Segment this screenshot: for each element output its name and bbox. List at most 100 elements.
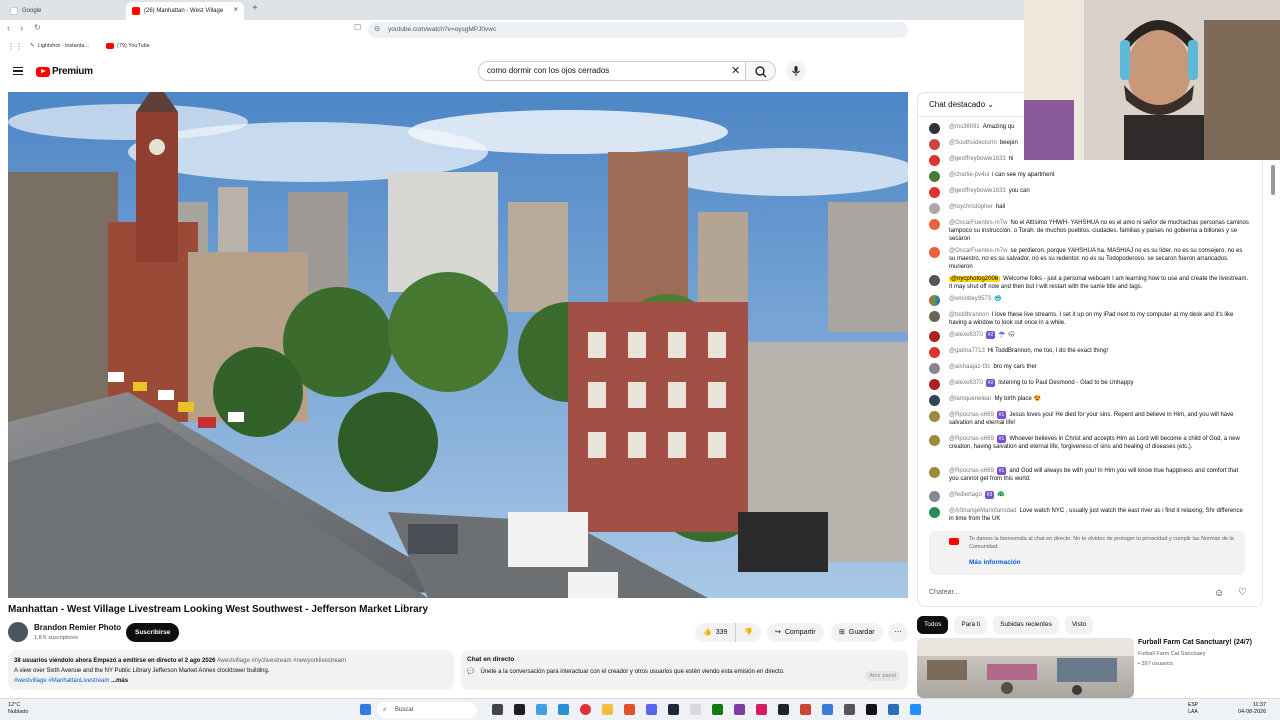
channel-name[interactable]: Brandon Remier Photo bbox=[34, 623, 121, 632]
video-player[interactable] bbox=[8, 92, 908, 598]
close-tab-icon[interactable]: × bbox=[233, 5, 238, 14]
file-explorer-icon[interactable] bbox=[602, 704, 613, 715]
edge-icon[interactable] bbox=[558, 704, 569, 715]
tab-label: (26) Manhattan - West Village bbox=[144, 8, 224, 14]
tab-youtube[interactable]: (26) Manhattan - West Village × bbox=[126, 2, 244, 20]
more-info-link[interactable]: Más información bbox=[969, 559, 1239, 567]
url-text: youtube.com/watch?v=oysgMPJ0vwc bbox=[388, 26, 497, 33]
avatar bbox=[929, 203, 940, 214]
description-stats: 38 usuarios viéndolo ahora Empezó a emit… bbox=[14, 658, 216, 664]
search-query: como dormir con los ojos cerrados bbox=[487, 66, 610, 75]
bookmark-lightshot[interactable]: ✎ Lightshot - Instanta... bbox=[30, 43, 89, 49]
chat-scrollbar[interactable] bbox=[1271, 165, 1275, 195]
avatar bbox=[929, 295, 940, 306]
search-button[interactable] bbox=[746, 61, 776, 81]
search-icon bbox=[755, 66, 767, 78]
app-icon[interactable] bbox=[866, 704, 877, 715]
app-icon[interactable] bbox=[888, 704, 899, 715]
save-icon: ⊞ bbox=[839, 629, 845, 636]
xbox-icon[interactable] bbox=[712, 704, 723, 715]
taskbar-search[interactable]: ⌕ Buscar bbox=[377, 702, 477, 718]
app-icon[interactable] bbox=[822, 704, 833, 715]
back-icon[interactable]: ‹ bbox=[7, 23, 10, 34]
app-icon[interactable] bbox=[734, 704, 745, 715]
new-tab-button[interactable]: + bbox=[252, 3, 258, 14]
tab-for-you[interactable]: Para ti bbox=[954, 616, 988, 634]
bookmark-youtube[interactable]: (79) YouTube bbox=[106, 43, 150, 49]
share-button[interactable]: ↪ Compartir bbox=[767, 623, 824, 642]
member-badge: #3 bbox=[984, 491, 995, 499]
avatar bbox=[929, 507, 940, 518]
language-indicator[interactable]: ESP LAA bbox=[1188, 702, 1198, 716]
chat-message: @alexe8370 #2 ☔ 🌧 bbox=[929, 331, 1249, 342]
weather-desc: Nublado bbox=[8, 709, 29, 715]
system-clock[interactable]: 11:37 04-08-2026 bbox=[1238, 702, 1266, 716]
chat-input[interactable]: Chatear... bbox=[929, 583, 1209, 603]
url-field[interactable]: ⚙ youtube.com/watch?v=oysgMPJ0vwc bbox=[368, 22, 908, 38]
bookmark-label: Lightshot - Instanta... bbox=[37, 43, 89, 49]
youtube-logo[interactable]: Premium bbox=[36, 66, 93, 77]
emoji-icon[interactable]: ☺ bbox=[1214, 588, 1224, 599]
show-more-link[interactable]: ...más bbox=[111, 678, 128, 684]
app-icon[interactable] bbox=[800, 704, 811, 715]
taskbar-search-label: Buscar bbox=[395, 707, 414, 713]
open-panel-button[interactable]: Abrir panel bbox=[865, 671, 900, 681]
tab-recent-uploads[interactable]: Subidas recientes bbox=[993, 616, 1059, 634]
forward-icon[interactable]: › bbox=[20, 23, 23, 34]
task-view-icon[interactable] bbox=[492, 704, 503, 715]
recommendation-title[interactable]: Furball Farm Cat Sanctuary! (24/7) bbox=[1138, 639, 1252, 646]
weather-widget[interactable]: 12°C Nublado bbox=[8, 702, 29, 716]
app-icon[interactable] bbox=[580, 704, 591, 715]
clear-search-icon[interactable]: ✕ bbox=[731, 64, 740, 77]
dislike-button[interactable]: 👎 bbox=[736, 623, 761, 642]
avatar bbox=[929, 491, 940, 502]
subscribe-button[interactable]: Suscribirse bbox=[126, 623, 180, 642]
tab-google[interactable]: Google bbox=[4, 2, 124, 20]
discord-icon[interactable] bbox=[646, 704, 657, 715]
windows-start-icon[interactable] bbox=[360, 704, 371, 715]
clock-date: 04-08-2026 bbox=[1238, 709, 1267, 715]
voice-search-button[interactable] bbox=[786, 61, 806, 81]
reload-icon[interactable]: ↻ bbox=[34, 23, 41, 32]
app-icon[interactable] bbox=[756, 704, 767, 715]
like-button[interactable]: 👍 339 bbox=[703, 623, 737, 642]
chat-message: @toddbrannon I love these live streams. I… bbox=[929, 311, 1249, 327]
steam-icon[interactable] bbox=[668, 704, 679, 715]
chat-message: @OscarFuentes-m7w se perdieron. porque YA… bbox=[929, 247, 1249, 271]
menu-icon[interactable] bbox=[13, 67, 23, 75]
apps-icon[interactable]: ⋮⋮ bbox=[7, 42, 23, 51]
recommendation-thumbnail[interactable] bbox=[917, 638, 1134, 698]
app-icon[interactable] bbox=[536, 704, 547, 715]
chat-message-list[interactable]: @ms36091 Amazing qu @Southsidestorm beepin… bbox=[918, 119, 1262, 529]
app-icon[interactable] bbox=[690, 704, 701, 715]
recommendation-channel[interactable]: Furball Farm Cat Sanctuary bbox=[1138, 651, 1206, 657]
chat-message: @Rpocnas-x669 #1 Whoever believes in Chris… bbox=[929, 435, 1249, 451]
clock-time: 11:37 bbox=[1252, 702, 1267, 708]
chat-message: @Rpocnas-x669 #1 and God will always be wi… bbox=[929, 467, 1249, 483]
description-box[interactable]: 38 usuarios viéndolo ahora Empezó a emit… bbox=[8, 650, 454, 690]
avatar bbox=[929, 395, 940, 406]
save-button[interactable]: ⊞ Guardar bbox=[831, 623, 883, 642]
search-input[interactable]: como dormir con los ojos cerrados bbox=[478, 61, 746, 81]
brave-icon[interactable] bbox=[624, 704, 635, 715]
site-info-icon[interactable]: ⚙ bbox=[374, 22, 380, 38]
app-icon[interactable] bbox=[778, 704, 789, 715]
live-chat-info-text: Únete a la conversación para interactuar… bbox=[480, 668, 785, 675]
avatar bbox=[929, 139, 940, 150]
avatar bbox=[929, 155, 940, 166]
app-icon[interactable] bbox=[844, 704, 855, 715]
heart-icon[interactable]: ♡ bbox=[1238, 587, 1247, 598]
share-icon: ↪ bbox=[775, 629, 781, 636]
tab-watched[interactable]: Visto bbox=[1064, 616, 1094, 634]
video-frame bbox=[8, 92, 908, 598]
chat-message: @geoffreybowie1633 you can bbox=[929, 187, 1249, 198]
app-icon[interactable] bbox=[910, 704, 921, 715]
bookmark-star-icon[interactable]: ☐ bbox=[354, 23, 361, 32]
channel-avatar[interactable] bbox=[8, 622, 28, 642]
webcam-feed bbox=[1024, 0, 1280, 160]
description-hashtags[interactable]: #westvillage #ManhattanLivestream bbox=[14, 678, 109, 684]
more-actions-button[interactable]: ⋯ bbox=[888, 623, 908, 642]
tab-all[interactable]: Todos bbox=[917, 616, 949, 634]
avatar bbox=[929, 363, 940, 374]
app-icon[interactable] bbox=[514, 704, 525, 715]
